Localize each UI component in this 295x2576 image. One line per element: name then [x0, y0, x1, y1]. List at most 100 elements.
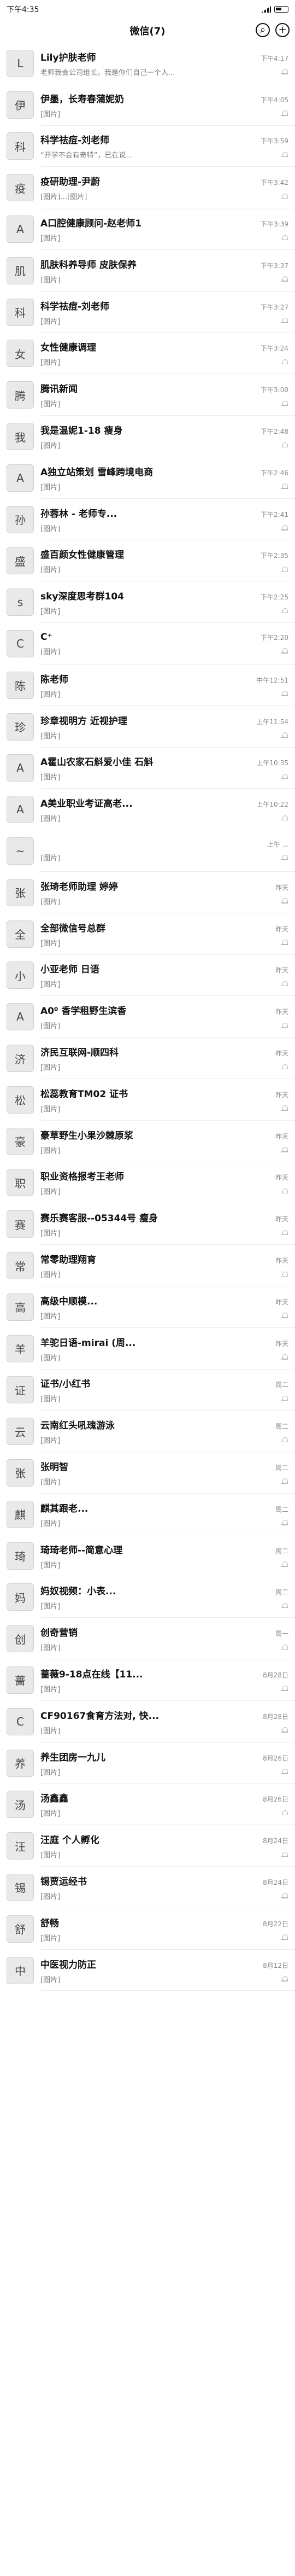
- chat-row[interactable]: 常 常零助理翔育 昨天 [图片]: [0, 1245, 295, 1286]
- avatar[interactable]: 常: [7, 1252, 34, 1279]
- chat-row[interactable]: 职 职业资格报考王老师 昨天 [图片]: [0, 1162, 295, 1204]
- mute-icon: [281, 1768, 288, 1775]
- chat-row[interactable]: 创 创奇营销 周一 [图片]: [0, 1618, 295, 1659]
- avatar[interactable]: 妈: [7, 1583, 34, 1611]
- chat-row[interactable]: 张 张琦老师助理 婷婷 昨天 [图片]: [0, 872, 295, 913]
- search-icon[interactable]: ⌕: [256, 23, 270, 37]
- avatar[interactable]: 小: [7, 961, 34, 989]
- avatar[interactable]: 科: [7, 298, 34, 326]
- chat-row[interactable]: 证 证书/小红书 周二 [图片]: [0, 1369, 295, 1411]
- chat-row[interactable]: s sky深度思考群104 下午2:25 [图片]: [0, 581, 295, 623]
- avatar[interactable]: ~: [7, 837, 34, 865]
- chat-row[interactable]: C CF90167食育方法对, 快... 8月28日 [图片]: [0, 1701, 295, 1742]
- add-icon[interactable]: +: [275, 23, 290, 37]
- avatar[interactable]: 肌: [7, 257, 34, 284]
- chat-row[interactable]: 汪 汪庭 个人孵化 8月24日 [图片]: [0, 1825, 295, 1867]
- avatar[interactable]: 羊: [7, 1334, 34, 1362]
- chat-row[interactable]: 妈 妈奴视频：小表... 周二 [图片]: [0, 1576, 295, 1618]
- chat-row[interactable]: 羊 羊驼日语-mirai (周... 昨天 [图片]: [0, 1328, 295, 1369]
- mute-icon: [281, 1809, 288, 1817]
- chat-row[interactable]: A A美业职业考证高老... 上午10:22 [图片]: [0, 789, 295, 830]
- chat-row[interactable]: 孙 孙蓉林 - 老师专... 下午2:41 [图片]: [0, 499, 295, 540]
- chat-row[interactable]: 济 济民互联网-顺四科 昨天 [图片]: [0, 1038, 295, 1079]
- chat-row[interactable]: 赛 赛乐赛客服--05344号 瘦身 昨天 [图片]: [0, 1203, 295, 1245]
- avatar[interactable]: 豪: [7, 1127, 34, 1155]
- avatar[interactable]: L: [7, 49, 34, 77]
- chat-row[interactable]: 锡 锡贾运经书 8月24日 [图片]: [0, 1867, 295, 1908]
- chat-row[interactable]: L Lily护肤老师 下午4:17 老师我会公司组长，我是你们自己一个人...: [0, 43, 295, 84]
- chat-row[interactable]: 科 科学祛痘-刘老师 下午3:59 “开学不会有奇特”，已在说…: [0, 126, 295, 167]
- avatar[interactable]: 蔷: [7, 1666, 34, 1694]
- chat-row[interactable]: A A独立站策划 雪峰跨境电商 下午2:46 [图片]: [0, 457, 295, 499]
- chat-row[interactable]: 疫 疫研助理-尹蔚 下午3:42 [图片]…[图片]: [0, 167, 295, 208]
- chat-row[interactable]: 珍 珍章视明方 近视护理 上午11:54 [图片]: [0, 706, 295, 748]
- chat-row[interactable]: 麒 麒其跟老... 周二 [图片]: [0, 1494, 295, 1535]
- avatar[interactable]: 琦: [7, 1542, 34, 1570]
- avatar[interactable]: 松: [7, 1086, 34, 1114]
- chat-row[interactable]: 盛 盛百颜女性健康管理 下午2:35 [图片]: [0, 540, 295, 582]
- avatar[interactable]: 我: [7, 423, 34, 451]
- avatar[interactable]: C: [7, 630, 34, 658]
- avatar[interactable]: 赛: [7, 1210, 34, 1238]
- avatar[interactable]: 伊: [7, 91, 34, 119]
- chat-row[interactable]: A A口腔健康顾问-赵老师1 下午3:39 [图片]: [0, 208, 295, 250]
- chat-row[interactable]: 松 松蕊教育TM02 证书 昨天 [图片]: [0, 1079, 295, 1121]
- avatar[interactable]: 汤: [7, 1791, 34, 1819]
- chat-row[interactable]: 陈 陈老师 中午12:51 [图片]: [0, 665, 295, 706]
- avatar[interactable]: 孙: [7, 505, 34, 533]
- chat-row[interactable]: 张 张明智 周二 [图片]: [0, 1452, 295, 1494]
- avatar[interactable]: C: [7, 1707, 34, 1735]
- chat-row[interactable]: 中 中医视力防正 8月12日 [图片]: [0, 1950, 295, 1991]
- chat-row[interactable]: 云 云南红头吼瑰游泳 周二 [图片]: [0, 1411, 295, 1452]
- avatar[interactable]: 高: [7, 1293, 34, 1321]
- avatar[interactable]: 盛: [7, 547, 34, 575]
- avatar[interactable]: A: [7, 754, 34, 782]
- avatar[interactable]: s: [7, 588, 34, 616]
- avatar[interactable]: 舒: [7, 1915, 34, 1943]
- chat-row[interactable]: 汤 汤鑫鑫 8月26日 [图片]: [0, 1784, 295, 1826]
- chat-row[interactable]: ~ 上午 ... [图片]: [0, 830, 295, 872]
- avatar[interactable]: 汪: [7, 1832, 34, 1860]
- avatar[interactable]: 珍: [7, 713, 34, 741]
- chat-row[interactable]: 肌 肌肤科养导师 皮肤保养 下午3:37 [图片]: [0, 250, 295, 292]
- avatar[interactable]: 腾: [7, 381, 34, 409]
- avatar[interactable]: A: [7, 215, 34, 243]
- avatar[interactable]: 中: [7, 1956, 34, 1984]
- chat-row[interactable]: 我 我是温妮1-18 瘦身 下午2:48 [图片]: [0, 416, 295, 457]
- avatar[interactable]: A: [7, 1003, 34, 1031]
- chat-row[interactable]: A A霍山农家石斛爱小佳 石斛 上午10:35 [图片]: [0, 748, 295, 789]
- avatar[interactable]: 证: [7, 1376, 34, 1404]
- avatar[interactable]: 济: [7, 1045, 34, 1073]
- avatar[interactable]: 麒: [7, 1500, 34, 1528]
- chat-row[interactable]: A A0⁰ 香学租野生滨香 昨天 [图片]: [0, 996, 295, 1038]
- chat-row[interactable]: C C⁺ 下午2:20 [图片]: [0, 623, 295, 665]
- chat-preview: [图片]: [40, 648, 61, 656]
- avatar[interactable]: 疫: [7, 174, 34, 202]
- avatar[interactable]: 云: [7, 1418, 34, 1446]
- chat-row[interactable]: 腾 腾讯新闻 下午3:00 [图片]: [0, 374, 295, 416]
- avatar[interactable]: 职: [7, 1169, 34, 1197]
- avatar[interactable]: 张: [7, 1459, 34, 1487]
- avatar[interactable]: A: [7, 464, 34, 492]
- chat-row[interactable]: 舒 舒畅 8月22日 [图片]: [0, 1908, 295, 1950]
- chat-row[interactable]: 琦 琦琦老师--简意心理 周二 [图片]: [0, 1535, 295, 1577]
- avatar[interactable]: 张: [7, 878, 34, 906]
- chat-row[interactable]: 小 小亚老师 日语 昨天 [图片]: [0, 955, 295, 996]
- avatar[interactable]: A: [7, 796, 34, 824]
- chat-row[interactable]: 科 科学祛痘-刘老师 下午3:27 [图片]: [0, 292, 295, 333]
- avatar[interactable]: 科: [7, 132, 34, 160]
- chat-preview: [图片]: [40, 981, 61, 989]
- avatar[interactable]: 养: [7, 1749, 34, 1777]
- avatar[interactable]: 陈: [7, 671, 34, 699]
- avatar[interactable]: 全: [7, 920, 34, 948]
- chat-row[interactable]: 女 女性健康调理 下午3:24 [图片]: [0, 333, 295, 375]
- chat-row[interactable]: 伊 伊墨，长寿春蒲妮奶 下午4:05 [图片]: [0, 84, 295, 126]
- avatar[interactable]: 锡: [7, 1873, 34, 1901]
- chat-row[interactable]: 豪 豪草野生小果沙棘原浆 昨天 [图片]: [0, 1121, 295, 1162]
- chat-row[interactable]: 全 全部微信号总群 昨天 [图片]: [0, 913, 295, 955]
- chat-row[interactable]: 高 高级中顺模... 昨天 [图片]: [0, 1286, 295, 1328]
- avatar[interactable]: 女: [7, 340, 34, 368]
- chat-row[interactable]: 养 养生团房一九儿 8月26日 [图片]: [0, 1742, 295, 1784]
- avatar[interactable]: 创: [7, 1625, 34, 1653]
- chat-row[interactable]: 蔷 蔷薇9-18点在线【11... 8月28日 [图片]: [0, 1659, 295, 1701]
